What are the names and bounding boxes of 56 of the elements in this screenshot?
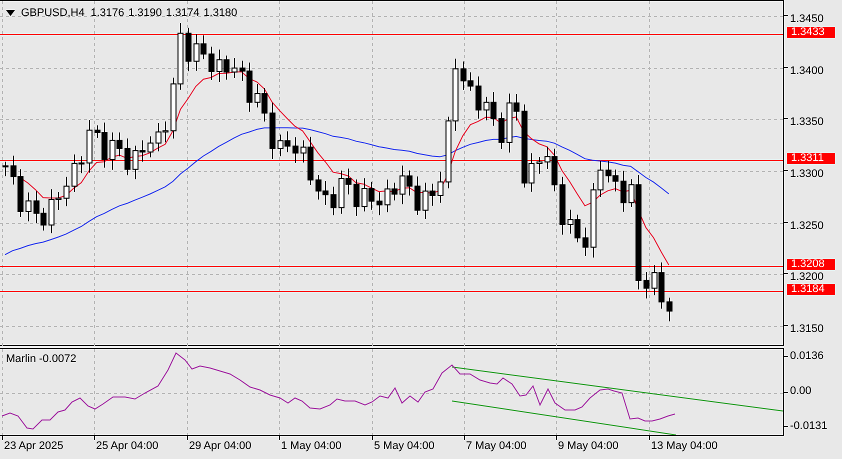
candlestick <box>186 27 192 72</box>
indicator-axis-label: -0.0131 <box>790 420 828 432</box>
candlestick <box>476 76 482 120</box>
time-axis-label: 9 May 04:00 <box>558 440 619 452</box>
price-axis-label: 1.3250 <box>790 220 824 232</box>
indicator-axis-label: 0.0136 <box>790 350 824 362</box>
dropdown-triangle-icon[interactable] <box>6 10 15 16</box>
price-axis-label: 1.3450 <box>790 14 824 25</box>
price-level-label: 1.3208 <box>787 259 835 270</box>
horizontal-level-line[interactable] <box>0 160 783 161</box>
price-axis-label: 1.3350 <box>790 117 824 128</box>
candlestick <box>124 138 130 176</box>
candlestick <box>86 119 92 174</box>
candlestick <box>148 136 154 158</box>
trend-channel-line[interactable] <box>452 366 783 412</box>
symbol-label: GBPUSD,H4 <box>21 7 85 19</box>
price-axis-label: 1.3150 <box>790 324 824 335</box>
time-axis-label: 7 May 04:00 <box>466 440 527 452</box>
candlestick <box>2 161 8 177</box>
candlestick <box>330 186 336 216</box>
time-axis-label: 29 Apr 04:00 <box>189 440 252 452</box>
candlestick <box>498 112 504 150</box>
candlestick <box>644 272 650 299</box>
candlestick <box>582 227 588 257</box>
price-level-label: 1.3433 <box>787 26 835 38</box>
price-axis-label: 1.3200 <box>790 272 824 284</box>
candlestick <box>64 176 70 207</box>
time-axis-label: 1 May 04:00 <box>281 440 342 452</box>
candlestick <box>354 179 360 216</box>
candlestick <box>208 46 214 80</box>
time-axis-label: 5 May 04:00 <box>374 440 435 452</box>
candlestick <box>536 156 542 174</box>
price-axis-label: 1.3300 <box>790 169 824 180</box>
ohlc-value: 1.3174 <box>166 7 200 19</box>
price-axis-label: 1.3400 <box>790 66 824 77</box>
candlestick <box>376 192 382 216</box>
ohlc-value: 1.3190 <box>128 7 162 19</box>
time-axis-label: 23 Apr 2025 <box>4 440 64 452</box>
candlestick <box>666 297 672 322</box>
candlestick <box>414 176 420 216</box>
candlestick <box>26 192 32 222</box>
ohlc-value: 1.3180 <box>204 7 238 19</box>
ohlc-value: 1.3176 <box>90 7 124 19</box>
indicator-label: Marlin -0.0072 <box>6 353 76 365</box>
trend-channel-line[interactable] <box>452 400 676 435</box>
candlestick <box>438 171 444 204</box>
candlestick <box>232 57 238 78</box>
price-level-label: 1.3311 <box>787 152 835 164</box>
time-axis-label: 13 May 04:00 <box>651 440 718 452</box>
candlestick <box>292 136 298 164</box>
candlestick <box>620 170 626 212</box>
time-axis-label: 25 Apr 04:00 <box>96 440 158 452</box>
indicator-axis-label: 0.00 <box>790 385 812 398</box>
candlestick <box>270 102 276 160</box>
candlestick <box>560 176 566 236</box>
price-level-label: 1.3184 <box>787 284 835 295</box>
